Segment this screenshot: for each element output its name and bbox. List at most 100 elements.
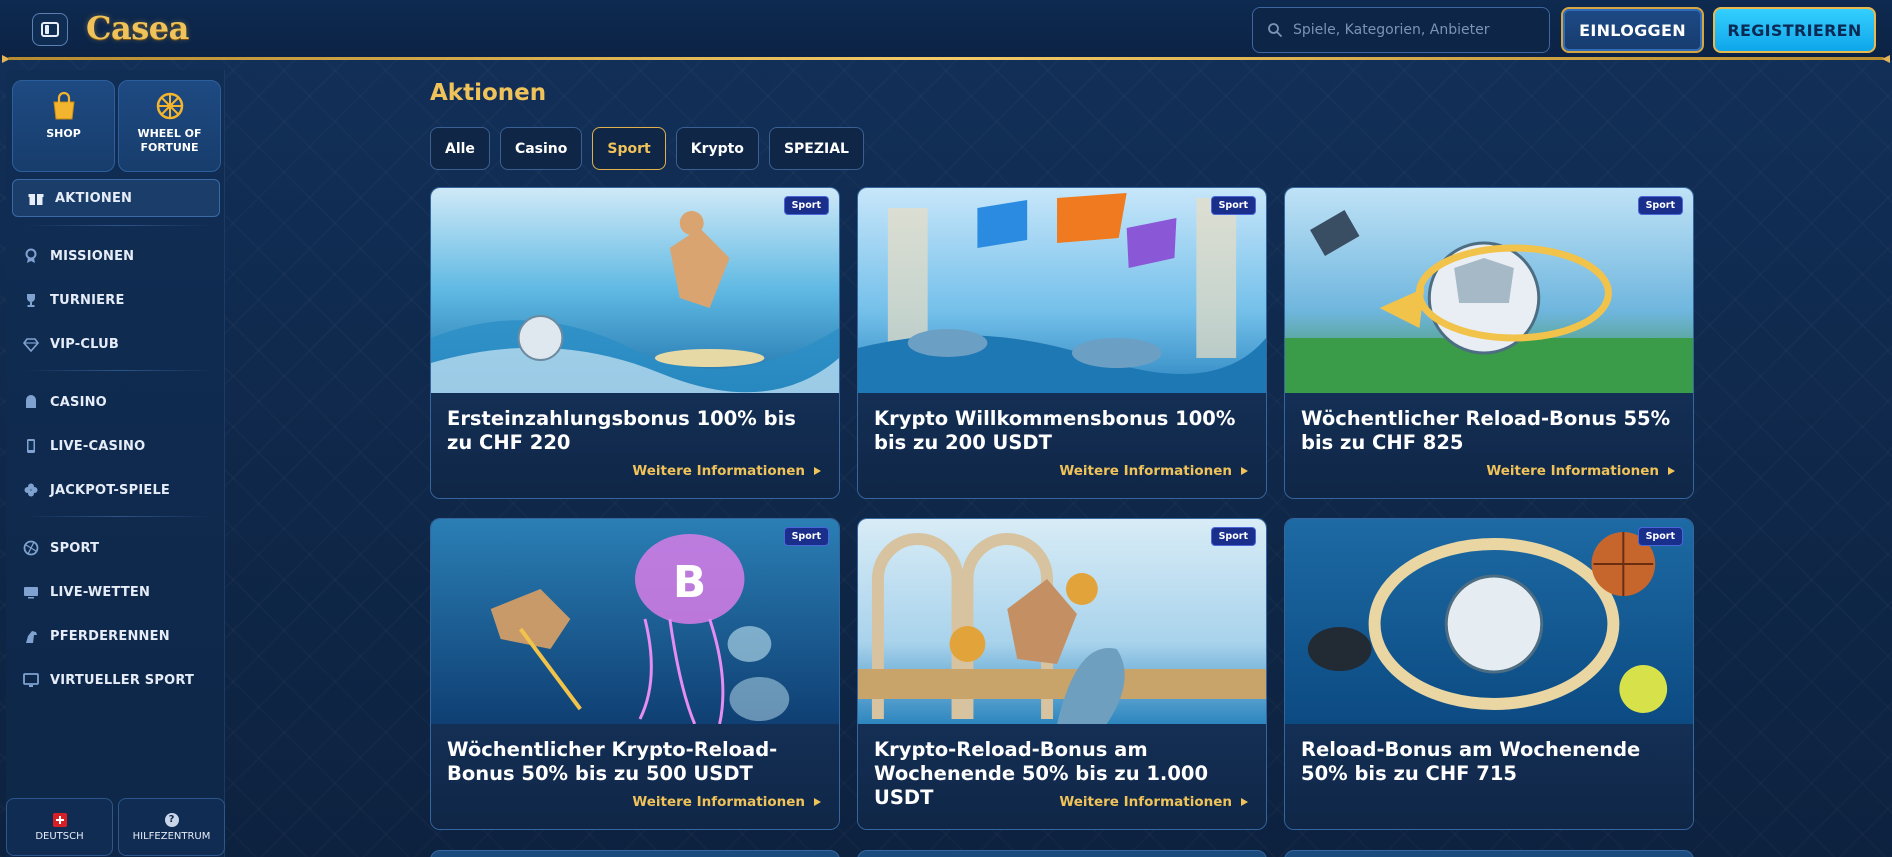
register-button[interactable]: REGISTRIEREN [1713, 7, 1876, 53]
promo-image [431, 188, 839, 393]
screen-icon [22, 671, 40, 689]
sidebar-item-missionen[interactable]: MISSIONEN [22, 241, 212, 271]
promo-info: Ersteinzahlungsbonus 100% bis zu CHF 220… [431, 393, 839, 498]
badge-icon [22, 247, 40, 265]
top-header: Casea EINLOGGEN REGISTRIEREN [0, 0, 1892, 60]
header-rail [0, 55, 1892, 63]
casino-icon [22, 393, 40, 411]
shop-label: SHOP [46, 127, 81, 140]
arrow-right-icon [1668, 467, 1675, 475]
shop-tile[interactable]: SHOP [12, 80, 115, 172]
arrow-right-icon [1241, 798, 1248, 806]
sidebar-toggle-button[interactable] [32, 13, 68, 46]
promo-info: Wöchentlicher Krypto-Reload-Bonus 50% bi… [431, 724, 839, 829]
clover-icon [22, 481, 40, 499]
promo-title: Wöchentlicher Reload-Bonus 55% bis zu CH… [1301, 407, 1671, 454]
question-icon: ? [164, 812, 179, 827]
language-label: DEUTSCH [35, 830, 84, 842]
page-title: Aktionen [430, 80, 547, 106]
promo-title: Wöchentlicher Krypto-Reload-Bonus 50% bi… [447, 738, 778, 785]
promo-card[interactable]: Sport Reload-Bonus am Wochenende 50% bis… [1284, 518, 1694, 830]
filter-chip-sport[interactable]: Sport [592, 127, 666, 170]
promo-title: Reload-Bonus am Wochenende 50% bis zu CH… [1301, 738, 1641, 785]
sidebar-item-label: JACKPOT-SPIELE [50, 482, 171, 498]
sidebar: SHOP WHEEL OF FORTUNE AKTIONEN MISSIONEN … [6, 70, 225, 857]
wheel-icon [156, 92, 183, 120]
filter-chips: Alle Casino Sport Krypto SPEZIAL [430, 127, 864, 170]
sidebar-item-label: MISSIONEN [50, 248, 135, 264]
category-badge: Sport [1210, 527, 1256, 546]
promo-image [858, 188, 1266, 393]
sidebar-item-virtueller-sport[interactable]: VIRTUELLER SPORT [22, 665, 212, 695]
sidebar-item-label: TURNIERE [50, 292, 125, 308]
sidebar-item-live-wetten[interactable]: LIVE-WETTEN [22, 577, 212, 607]
promo-card-partial[interactable] [430, 850, 840, 857]
more-info-link[interactable]: Weitere Informationen [632, 463, 821, 479]
sidebar-item-aktionen[interactable]: AKTIONEN [12, 179, 220, 217]
sidebar-item-label: SPORT [50, 540, 100, 556]
promo-card[interactable]: Sport Wöchentlicher Reload-Bonus 55% bis… [1284, 187, 1694, 499]
filter-chip-spezial[interactable]: SPEZIAL [768, 127, 864, 170]
wheel-of-fortune-label: WHEEL OF FORTUNE [137, 127, 202, 154]
more-info-link[interactable]: Weitere Informationen [1059, 463, 1248, 479]
more-info-link[interactable]: Weitere Informationen [632, 794, 821, 810]
swiss-flag-icon [52, 812, 67, 827]
promo-title: Krypto Willkommensbonus 100% bis zu 200 … [874, 407, 1236, 454]
svg-text:B: B [673, 557, 706, 608]
monitor-icon [22, 583, 40, 601]
category-badge: Sport [1637, 196, 1683, 215]
more-info-link[interactable]: Weitere Informationen [1486, 463, 1675, 479]
category-badge: Sport [783, 527, 829, 546]
more-info-link[interactable]: Weitere Informationen [1059, 794, 1248, 810]
filter-chip-alle[interactable]: Alle [430, 127, 490, 170]
promo-image: B [431, 519, 839, 724]
sidebar-item-label: VIP-CLUB [50, 336, 120, 352]
ball-icon [22, 539, 40, 557]
filter-chip-casino[interactable]: Casino [499, 127, 583, 170]
search-box[interactable] [1252, 7, 1550, 53]
language-selector[interactable]: DEUTSCH [6, 798, 113, 856]
sidebar-item-label: LIVE-CASINO [50, 438, 146, 454]
category-badge: Sport [783, 196, 829, 215]
promo-info: Wöchentlicher Reload-Bonus 55% bis zu CH… [1285, 393, 1693, 498]
sidebar-item-label: AKTIONEN [55, 190, 133, 206]
category-badge: Sport [1637, 527, 1683, 546]
trophy-icon [22, 291, 40, 309]
sidebar-item-live-casino[interactable]: LIVE-CASINO [22, 431, 212, 461]
promo-info: Krypto Willkommensbonus 100% bis zu 200 … [858, 393, 1266, 498]
help-center-label: HILFEZENTRUM [132, 830, 211, 842]
sidebar-item-jackpot-spiele[interactable]: JACKPOT-SPIELE [22, 475, 212, 505]
sidebar-item-turniere[interactable]: TURNIERE [22, 285, 212, 315]
sidebar-item-label: PFERDERENNEN [50, 628, 170, 644]
promo-card[interactable]: Sport Krypto Willkommensbonus 100% bis z… [857, 187, 1267, 499]
search-input[interactable] [1293, 22, 1533, 38]
sidebar-item-label: LIVE-WETTEN [50, 584, 151, 600]
sidebar-divider [24, 516, 214, 517]
promo-info: Reload-Bonus am Wochenende 50% bis zu CH… [1285, 724, 1693, 829]
sidebar-item-vip-club[interactable]: VIP-CLUB [22, 329, 212, 359]
sidebar-item-sport[interactable]: SPORT [22, 533, 212, 563]
promo-card[interactable]: Sport Krypto-Reload-Bonus am Wochenende … [857, 518, 1267, 830]
promo-info: Krypto-Reload-Bonus am Wochenende 50% bi… [858, 724, 1266, 829]
sidebar-item-casino[interactable]: CASINO [22, 387, 212, 417]
category-badge: Sport [1210, 196, 1256, 215]
sidebar-item-label: CASINO [50, 394, 107, 410]
promo-card[interactable]: Sport Ersteinzahlungsbonus 100% bis zu C… [430, 187, 840, 499]
arrow-right-icon [814, 467, 821, 475]
horse-icon [22, 627, 40, 645]
shopping-bag-icon [52, 91, 75, 120]
sidebar-item-pferderennen[interactable]: PFERDERENNEN [22, 621, 212, 651]
arrow-right-icon [1241, 467, 1248, 475]
phone-icon [22, 437, 40, 455]
wheel-of-fortune-tile[interactable]: WHEEL OF FORTUNE [118, 80, 221, 172]
promo-card[interactable]: B Sport Wöchentlicher Krypto-Reload-Bonu… [430, 518, 840, 830]
logo[interactable]: Casea [86, 6, 189, 50]
sidebar-item-label: VIRTUELLER SPORT [50, 672, 195, 688]
promo-image [1285, 519, 1693, 724]
login-button[interactable]: EINLOGGEN [1561, 7, 1704, 53]
promo-card-partial[interactable] [857, 850, 1267, 857]
filter-chip-krypto[interactable]: Krypto [675, 127, 759, 170]
promo-card-partial[interactable] [1284, 850, 1694, 857]
gift-icon [27, 189, 45, 207]
help-center-button[interactable]: ? HILFEZENTRUM [118, 798, 225, 856]
